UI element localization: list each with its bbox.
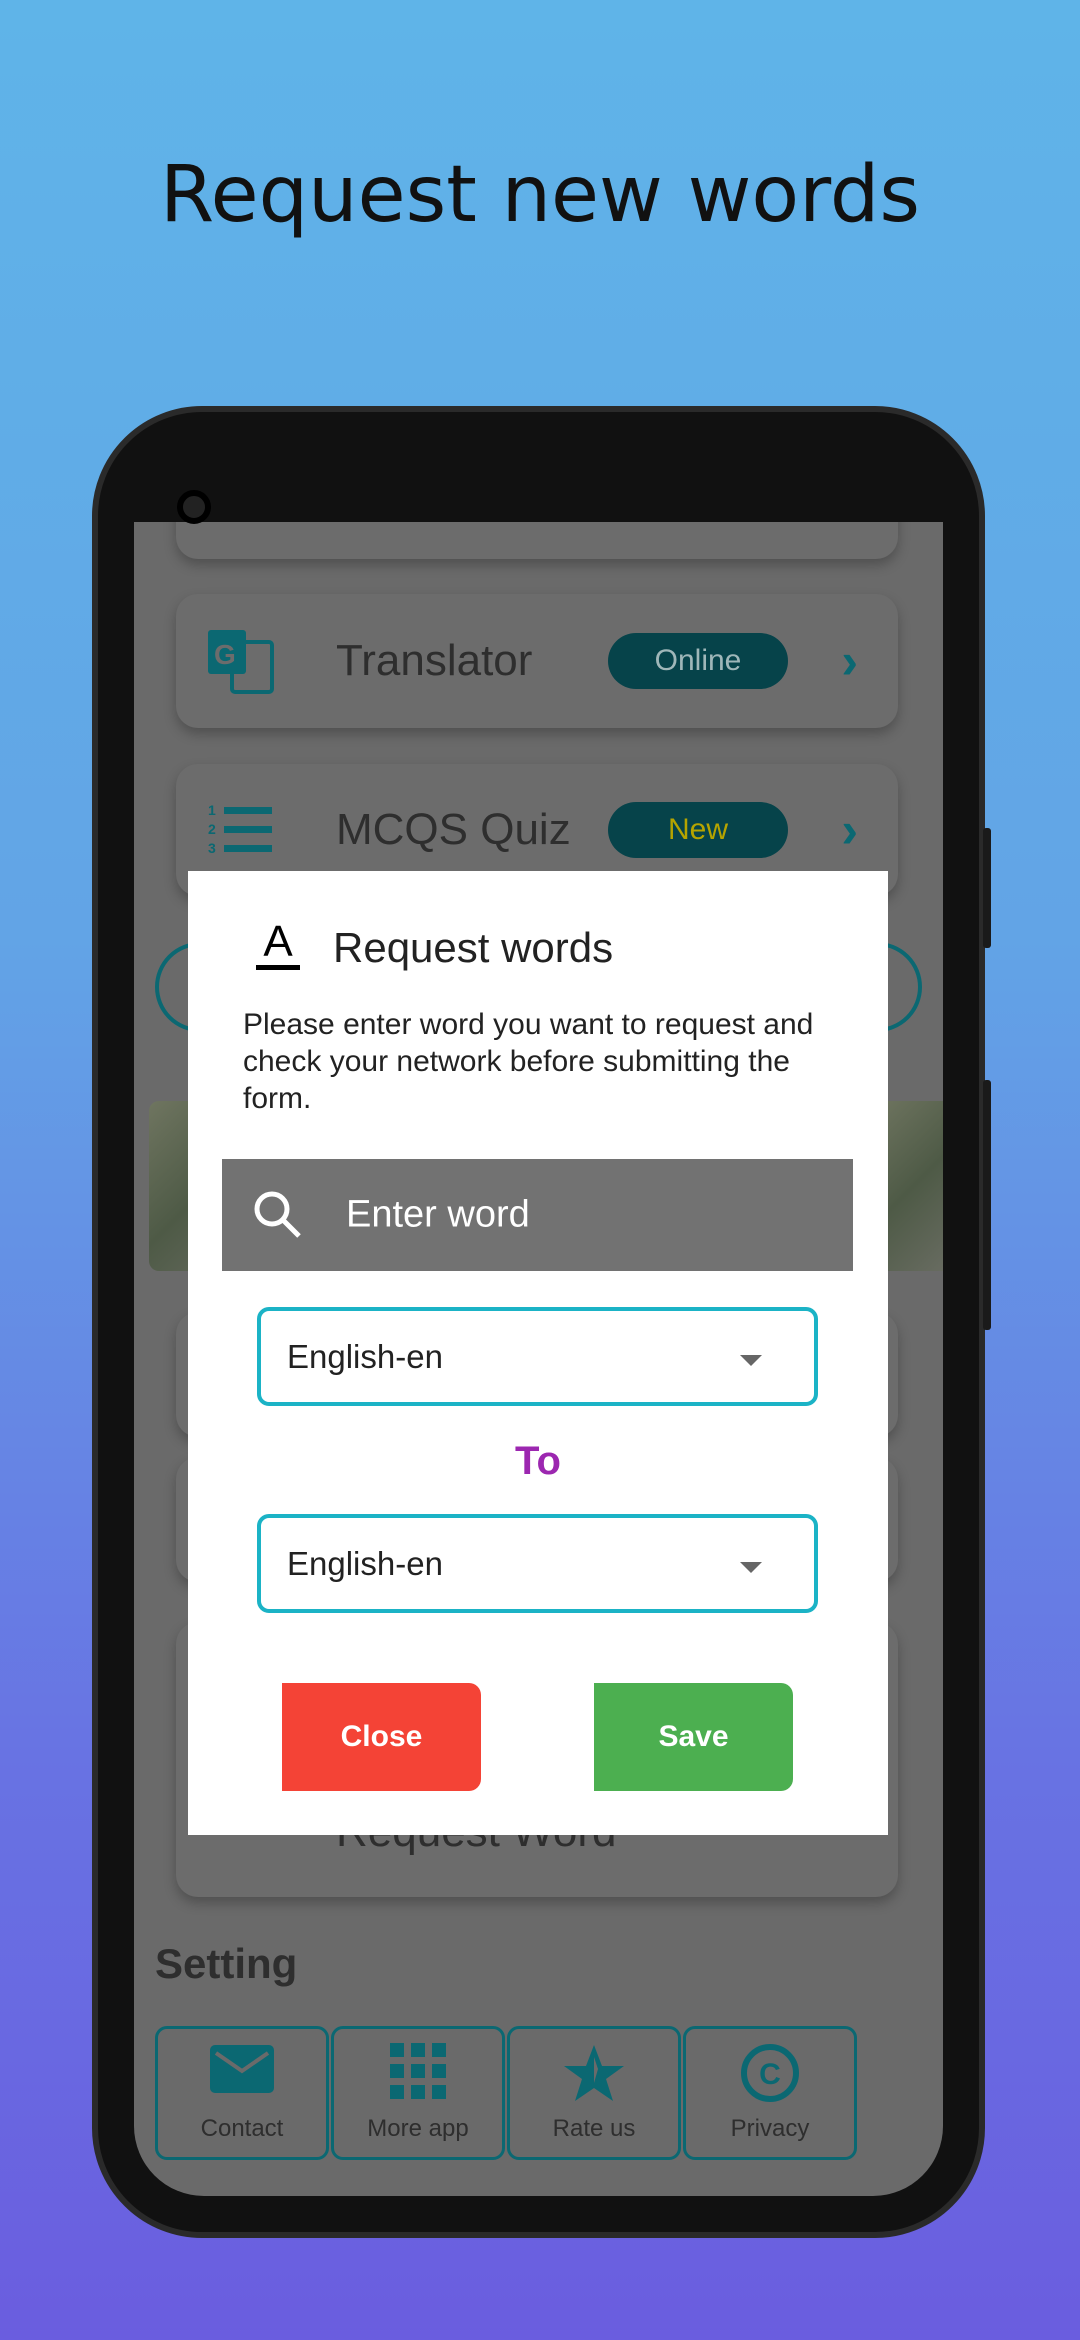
grid-icon [390,2043,446,2099]
svg-text:3: 3 [208,840,216,856]
rate-us-label: Rate us [552,2115,636,2142]
contact-label: Contact [200,2115,284,2142]
to-language-select[interactable]: English-en [257,1514,818,1613]
request-words-dialog: A Request words Please enter word you wa… [188,871,888,1835]
more-app-label: More app [367,2115,469,2142]
power-button [983,1080,991,1330]
quiz-label: MCQS Quiz [336,805,571,854]
menu-card-translator[interactable]: G Translator Online › [176,594,898,728]
volume-button [983,828,991,948]
word-search-input[interactable]: Enter word [222,1159,853,1271]
from-language-select[interactable]: English-en [257,1307,818,1406]
online-badge: Online [608,633,788,689]
star-icon [564,2045,624,2101]
privacy-button[interactable]: C Privacy [683,2026,857,2160]
setting-heading: Setting [155,1940,298,1987]
front-camera [177,490,211,524]
chevron-right-icon: › [841,802,858,858]
save-button[interactable]: Save [594,1683,793,1791]
close-button[interactable]: Close [282,1683,481,1791]
from-language-value: English-en [287,1337,443,1375]
translate-icon: G [208,630,274,694]
dropdown-arrow-icon [740,1562,762,1573]
svg-text:1: 1 [208,802,216,818]
to-label: To [515,1439,561,1483]
new-badge: New [608,802,788,858]
svg-text:C: C [759,2058,781,2091]
text-format-icon: A [256,919,300,970]
numbered-list-icon: 1 2 3 [208,802,272,856]
chevron-right-icon: › [841,633,858,689]
dialog-title: Request words [333,924,614,971]
dialog-description: Please enter word you want to request an… [243,1008,814,1115]
more-app-button[interactable]: More app [331,2026,505,2160]
svg-text:G: G [214,639,236,670]
privacy-label: Privacy [730,2115,810,2142]
search-icon [254,1191,301,1238]
svg-text:2: 2 [208,821,216,837]
dropdown-arrow-icon [740,1355,762,1366]
contact-button[interactable]: Contact [155,2026,329,2160]
page-headline: Request new words [159,150,920,240]
translator-label: Translator [336,636,533,685]
rate-us-button[interactable]: Rate us [507,2026,681,2160]
copyright-icon: C [741,2044,799,2102]
menu-card-top[interactable] [176,522,898,559]
mail-icon [210,2045,274,2093]
to-language-value: English-en [287,1544,443,1582]
search-placeholder: Enter word [346,1193,530,1236]
